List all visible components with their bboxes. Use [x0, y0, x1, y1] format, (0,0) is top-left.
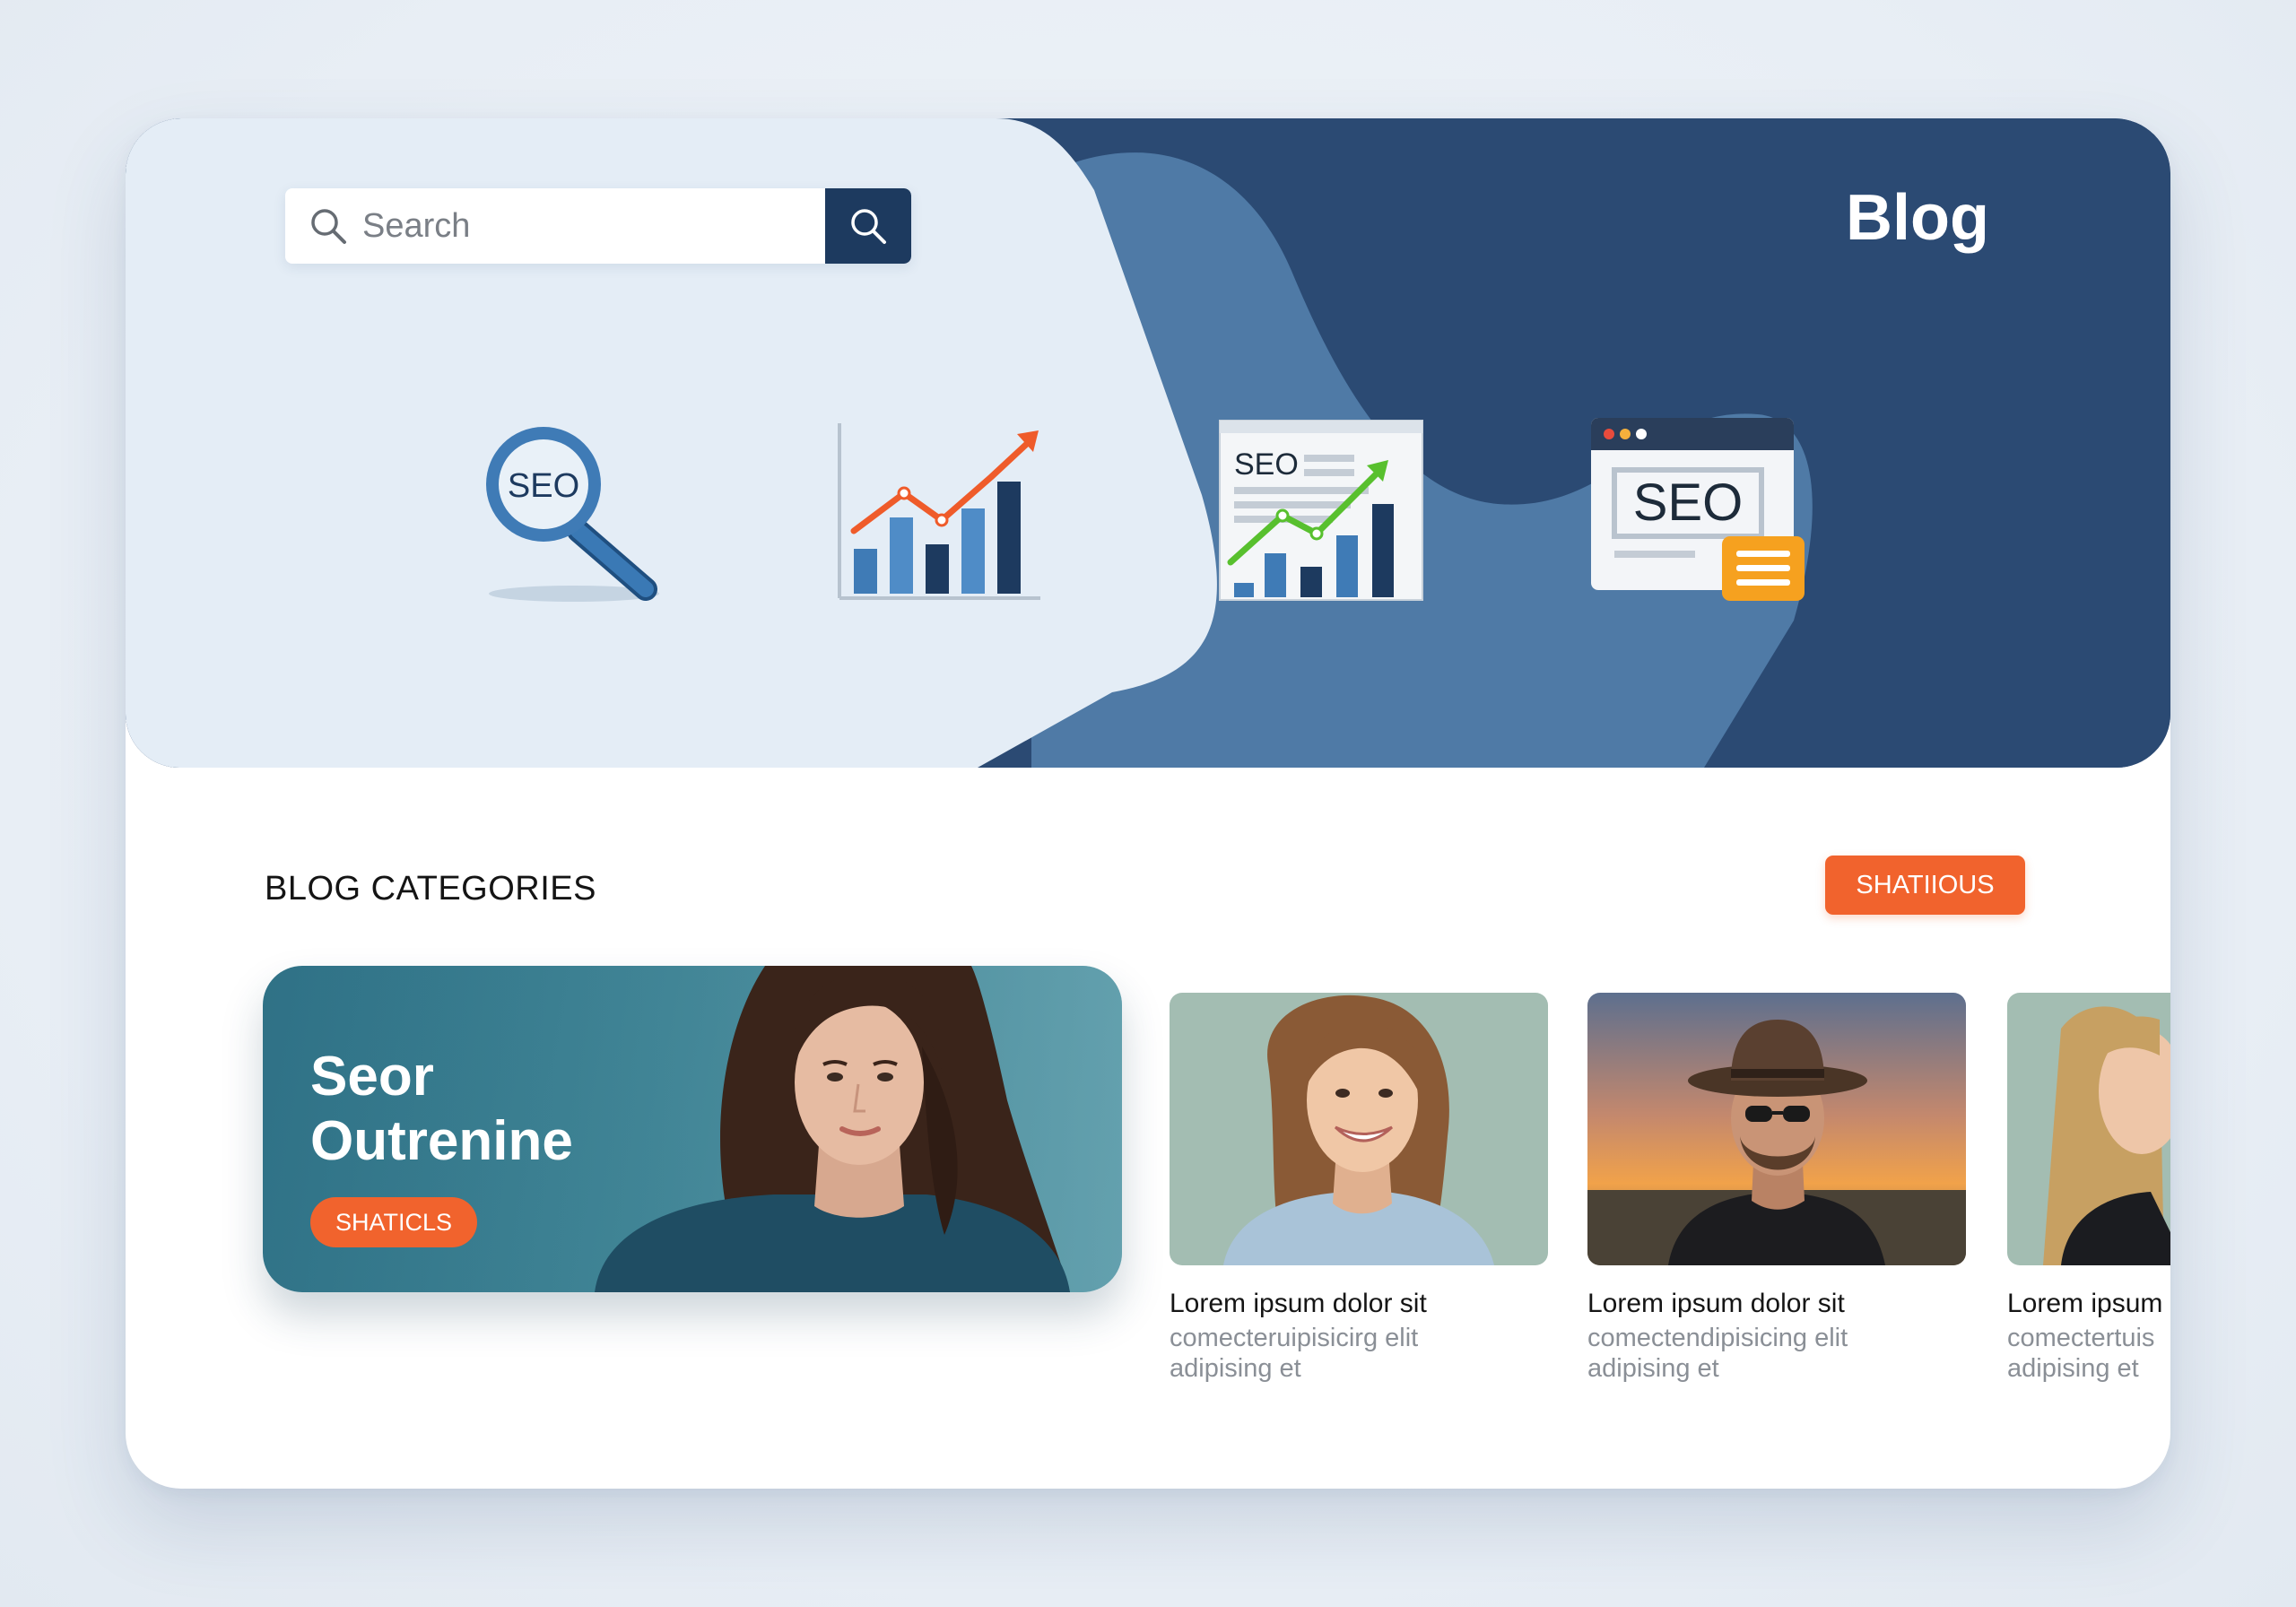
post-title[interactable]: Lorem ipsum — [2007, 1289, 2170, 1319]
featured-title-line2: Outrenine — [310, 1110, 573, 1172]
blog-categories-heading: BLOG CATEGORIES — [265, 870, 596, 908]
featured-title: Seor Outrenine — [310, 1045, 687, 1174]
hero-banner: Blog SEO — [126, 118, 2170, 768]
man-hat-sunset-photo — [1587, 993, 1966, 1265]
search-input[interactable] — [362, 188, 811, 264]
search-bar — [285, 188, 911, 264]
seo-report-label: SEO — [1234, 447, 1299, 482]
post-title[interactable]: Lorem ipsum dolor sit — [1170, 1289, 1548, 1319]
post-excerpt: comectertuis adipising et — [2007, 1323, 2170, 1384]
featured-tag-button[interactable]: SHATICLS — [310, 1197, 477, 1247]
search-icon — [851, 209, 886, 244]
seo-browser-label: SEO — [1633, 473, 1744, 532]
post-thumbnail — [1170, 993, 1548, 1265]
blog-post-card[interactable]: Lorem ipsum dolor sit comectendipisicing… — [1587, 993, 1966, 1384]
post-excerpt: comecteruipisicirg elit adipising et — [1170, 1323, 1546, 1384]
page-background: Blog SEO — [0, 0, 2296, 1607]
post-thumbnail — [1587, 993, 1966, 1265]
seo-magnifier-label: SEO — [508, 467, 579, 505]
post-excerpt-line: adipising et — [1170, 1354, 1301, 1383]
growth-chart-icon — [838, 423, 1040, 600]
seo-browser-window-icon: SEO — [1591, 418, 1805, 601]
post-excerpt-line: comectendipisicing elit — [1587, 1324, 1848, 1352]
seo-report-icon: SEO — [1219, 420, 1423, 601]
post-excerpt: comectendipisicing elit adipising et — [1587, 1323, 1964, 1384]
post-excerpt-line: adipising et — [1587, 1354, 1719, 1383]
featured-title-line1: Seor — [310, 1046, 434, 1108]
page-title: Blog — [1846, 182, 1989, 254]
blog-card: Blog SEO — [126, 118, 2170, 1489]
post-thumbnail — [2007, 993, 2170, 1265]
blog-post-card[interactable]: Lorem ipsum comectertuis adipising et — [2007, 993, 2170, 1384]
post-excerpt-line: comectertuis — [2007, 1324, 2155, 1352]
post-excerpt-line: adipising et — [2007, 1354, 2139, 1383]
search-icon — [311, 209, 346, 244]
woman-smiling-photo — [1170, 993, 1548, 1265]
blog-post-card[interactable]: Lorem ipsum dolor sit comecteruipisicirg… — [1170, 993, 1548, 1384]
categories-action-button[interactable]: SHATIIOUS — [1825, 856, 2025, 915]
post-excerpt-line: comecteruipisicirg elit — [1170, 1324, 1419, 1352]
post-title[interactable]: Lorem ipsum dolor sit — [1587, 1289, 1966, 1319]
woman-portrait-photo — [2007, 993, 2170, 1265]
search-button[interactable] — [825, 188, 911, 264]
featured-category-card[interactable]: Seor Outrenine SHATICLS — [263, 966, 1122, 1292]
seo-magnifier-icon: SEO — [486, 427, 659, 602]
